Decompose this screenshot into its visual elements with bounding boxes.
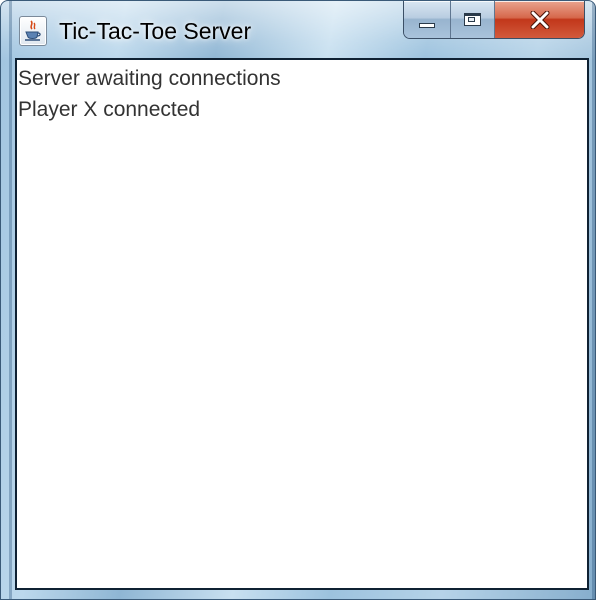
frame-streak [9, 1, 12, 599]
close-icon [530, 10, 549, 29]
log-line: Server awaiting connections [18, 67, 281, 90]
java-icon[interactable] [19, 16, 47, 46]
log-panel: Server awaiting connections Player X con… [15, 58, 589, 590]
log-text-area[interactable]: Server awaiting connections Player X con… [18, 63, 583, 584]
close-button[interactable] [495, 1, 584, 38]
frame-streak [592, 1, 595, 599]
app-window: Tic-Tac-Toe Server Server awaiting conne… [0, 0, 596, 600]
caption-buttons [403, 1, 585, 39]
maximize-icon [464, 13, 481, 26]
log-line: Player X connected [18, 98, 201, 121]
title-bar[interactable]: Tic-Tac-Toe Server [1, 1, 595, 57]
window-title: Tic-Tac-Toe Server [59, 18, 252, 44]
maximize-button[interactable] [451, 1, 495, 38]
minimize-icon [419, 23, 435, 28]
minimize-button[interactable] [404, 1, 451, 38]
